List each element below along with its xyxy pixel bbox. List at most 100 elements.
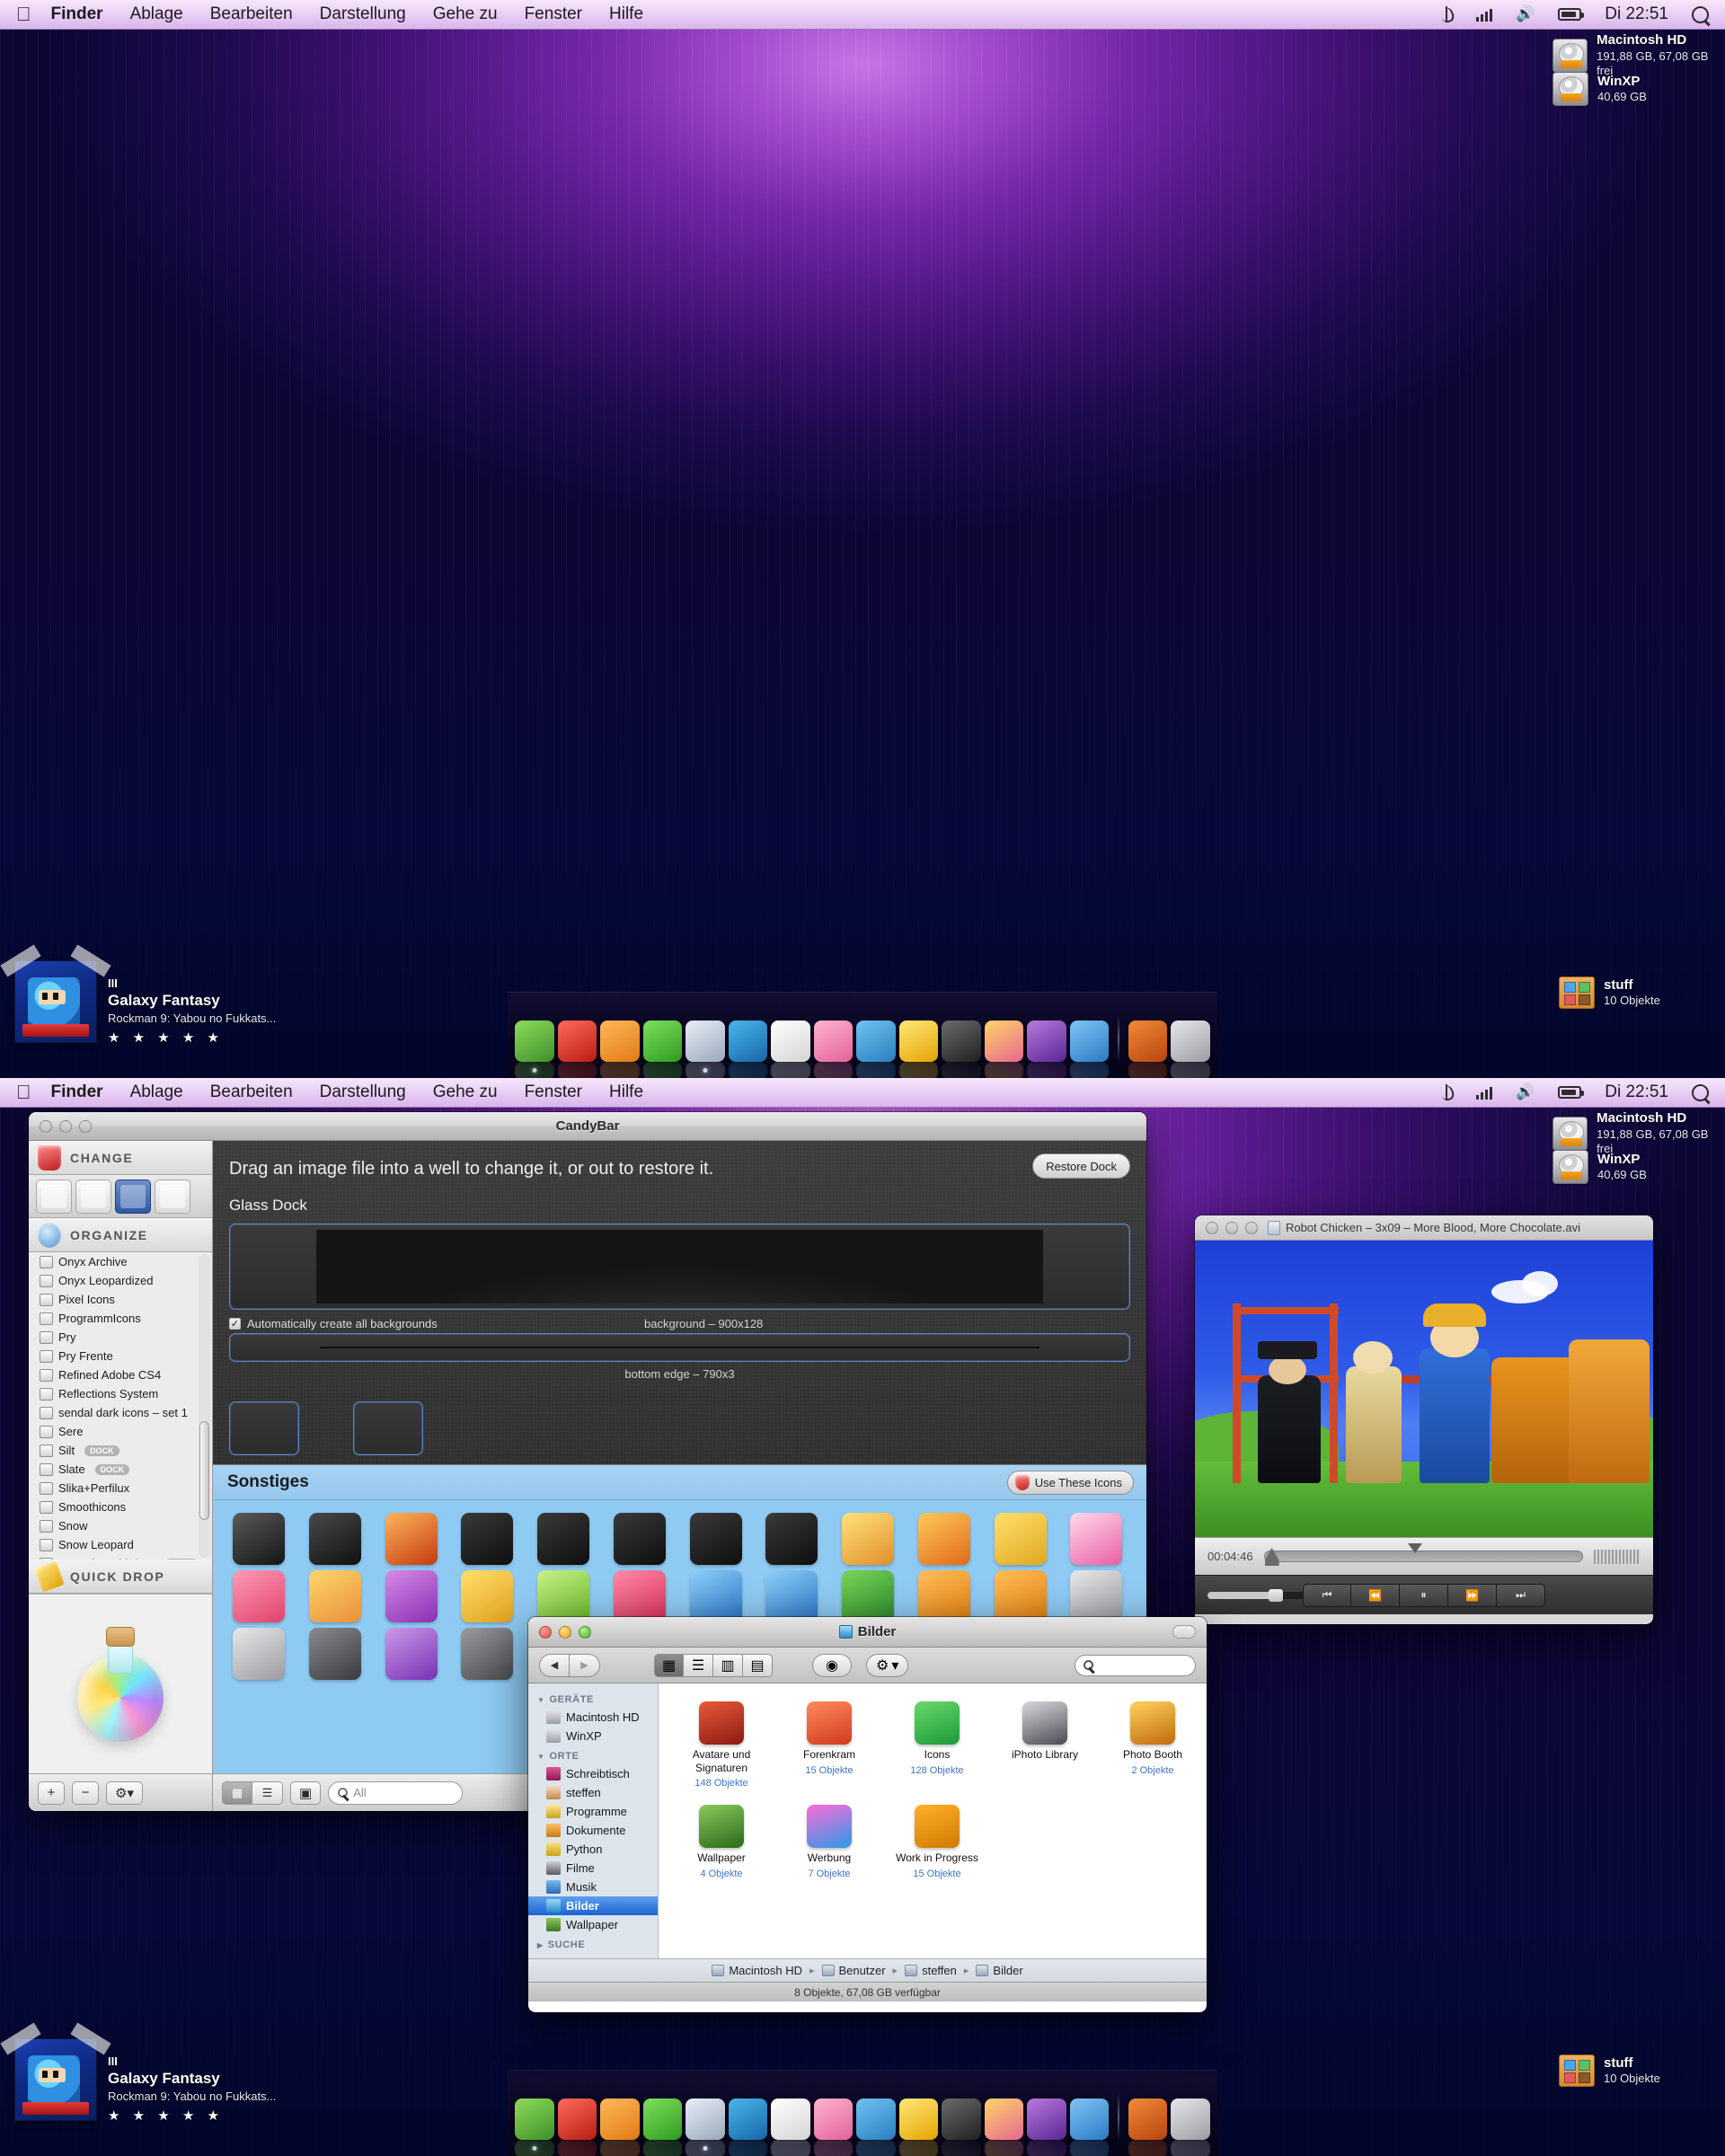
iconset-list-item[interactable]: Pry Frente bbox=[29, 1347, 212, 1365]
dock-item-iphoto[interactable] bbox=[942, 1021, 981, 1062]
iconset-grid-icon[interactable] bbox=[461, 1628, 514, 1680]
menu-item-bearbeiten[interactable]: Bearbeiten bbox=[210, 1082, 293, 1102]
sidebar-item-bilder[interactable]: Bilder bbox=[528, 1896, 658, 1915]
iconset-list-item[interactable]: Slika+Perfilux bbox=[29, 1479, 212, 1498]
video-scrubber-bar[interactable]: 00:04:46 bbox=[1195, 1537, 1653, 1575]
tab-dock[interactable] bbox=[115, 1179, 151, 1214]
window-controls[interactable] bbox=[29, 1119, 92, 1133]
finder-item[interactable]: iPhoto Library bbox=[991, 1696, 1099, 1799]
column-view-button[interactable]: ▥ bbox=[713, 1653, 743, 1677]
video-control-bar[interactable]: ⏮ ⏪ ⏸ ⏩ ⏭ bbox=[1195, 1575, 1653, 1614]
window-controls[interactable] bbox=[528, 1625, 591, 1639]
iconset-grid-icon[interactable] bbox=[308, 1628, 361, 1680]
tab-toolbar[interactable] bbox=[75, 1179, 111, 1214]
menu-item-ablage[interactable]: Ablage bbox=[130, 4, 183, 24]
zoom-button[interactable] bbox=[579, 1625, 591, 1639]
video-progress-slider[interactable] bbox=[1263, 1543, 1583, 1566]
dock-item-piggy[interactable] bbox=[813, 2099, 854, 2140]
iconset-list-item[interactable]: Pixel Icons bbox=[29, 1290, 212, 1309]
search-input[interactable]: All bbox=[328, 1780, 464, 1805]
view-mode-segment[interactable]: ▦ ☰ ▥ ▤ bbox=[654, 1653, 773, 1677]
sidebar-section-header[interactable]: ▶ SUCHE bbox=[528, 1934, 658, 1953]
iconset-grid-icon[interactable] bbox=[385, 1513, 438, 1565]
sidebar-section-header[interactable]: ▼ ORTE bbox=[528, 1745, 658, 1764]
dock-item-trash[interactable] bbox=[1171, 1021, 1210, 1062]
iconset-grid-icon[interactable] bbox=[994, 1513, 1047, 1565]
dock-item-finder[interactable] bbox=[515, 2099, 554, 2151]
window-controls[interactable] bbox=[1195, 1221, 1258, 1234]
next-button[interactable]: ⏭ bbox=[1497, 1583, 1545, 1607]
dock-item-downloads[interactable] bbox=[1128, 2099, 1168, 2140]
auto-backgrounds-checkbox[interactable]: ✓ Automatically create all backgrounds bbox=[229, 1317, 438, 1330]
desktop-icon-winxp[interactable]: WinXP 40,69 GB bbox=[1552, 1150, 1647, 1184]
sidebar-scrollbar[interactable] bbox=[199, 1254, 210, 1558]
scrubber-handle[interactable] bbox=[1264, 1548, 1279, 1566]
quick-drop-well[interactable] bbox=[29, 1594, 212, 1773]
finder-window[interactable]: Bilder ◀ ▶ ▦ ☰ ▥ ▤ ◉ ⚙ ▾ ▼ GERÄTE Macintos… bbox=[528, 1617, 1207, 2012]
iconset-grid-icon[interactable] bbox=[461, 1570, 514, 1622]
dock-item-icecream-truck[interactable] bbox=[984, 2099, 1024, 2140]
iconset-list-item[interactable]: Somatic Rebirth ... DOCK bbox=[29, 1554, 212, 1560]
dock-item-itunes[interactable] bbox=[686, 1021, 725, 1073]
transport-controls[interactable]: ⏮ ⏪ ⏸ ⏩ ⏭ bbox=[1303, 1583, 1545, 1607]
iconset-grid-icon[interactable] bbox=[842, 1513, 894, 1565]
iconset-list-item[interactable]: ProgrammIcons bbox=[29, 1309, 212, 1328]
iconset-list-item[interactable]: Onyx Leopardized bbox=[29, 1271, 212, 1290]
dock-item-word[interactable] bbox=[1027, 2099, 1066, 2140]
dock-item-mail[interactable] bbox=[600, 2099, 640, 2140]
finder-item[interactable]: Work in Progress 15 Objekte bbox=[883, 1799, 991, 1890]
dock-item-dashboard[interactable] bbox=[557, 2099, 597, 2140]
bottom-edge-well[interactable] bbox=[229, 1333, 1130, 1362]
iconset-grid-icon[interactable] bbox=[233, 1570, 285, 1622]
spotlight-icon[interactable] bbox=[1692, 5, 1709, 23]
dock-item-dashboard[interactable] bbox=[557, 1021, 597, 1062]
menu-item-ablage[interactable]: Ablage bbox=[130, 1082, 183, 1102]
iconset-grid-icon[interactable] bbox=[385, 1628, 438, 1680]
iconset-list-item[interactable]: Onyx Archive bbox=[29, 1252, 212, 1271]
sidebar-item-filme[interactable]: Filme bbox=[528, 1859, 658, 1878]
quicklook-button[interactable]: ◉ bbox=[812, 1653, 852, 1677]
view-mode-segment[interactable]: ▦ ☰ bbox=[222, 1780, 283, 1805]
gear-icon[interactable]: ⚙ ▾ bbox=[106, 1780, 143, 1805]
restore-dock-button[interactable]: Restore Dock bbox=[1032, 1153, 1130, 1179]
iconset-grid-icon[interactable] bbox=[994, 1570, 1047, 1622]
sidebar-item-wallpaper[interactable]: Wallpaper bbox=[528, 1915, 658, 1934]
volume-icon[interactable]: 🔊 bbox=[1516, 5, 1535, 23]
dock-background-well[interactable] bbox=[229, 1224, 1130, 1310]
close-button[interactable] bbox=[1206, 1221, 1218, 1234]
sidebar-section-header[interactable]: ▼ GERÄTE bbox=[528, 1689, 658, 1708]
iconset-grid-icon[interactable] bbox=[765, 1513, 818, 1565]
desktop-icon-stuff[interactable]: stuff 10 Objekte bbox=[1559, 976, 1660, 1009]
video-titlebar[interactable]: Robot Chicken – 3x09 – More Blood, More … bbox=[1195, 1215, 1653, 1241]
sidebar-item-programme[interactable]: Programme bbox=[528, 1802, 658, 1821]
battery-icon[interactable] bbox=[1558, 1086, 1585, 1099]
fast-forward-button[interactable]: ⏩ bbox=[1448, 1583, 1497, 1607]
finder-item[interactable]: Icons 128 Objekte bbox=[883, 1696, 991, 1799]
prev-button[interactable]: ⏮ bbox=[1303, 1583, 1351, 1607]
iconset-grid-icon[interactable] bbox=[537, 1570, 589, 1622]
iconset-grid-icon[interactable] bbox=[233, 1628, 285, 1680]
dock-item-feather[interactable] bbox=[1069, 2099, 1110, 2140]
video-player-window[interactable]: Robot Chicken – 3x09 – More Blood, More … bbox=[1195, 1215, 1653, 1624]
pause-button[interactable]: ⏸ bbox=[1400, 1583, 1448, 1607]
menu-item-fenster[interactable]: Fenster bbox=[525, 1082, 582, 1102]
close-button[interactable] bbox=[539, 1625, 552, 1639]
navigation-segment[interactable]: ◀ ▶ bbox=[539, 1653, 600, 1677]
back-button[interactable]: ◀ bbox=[539, 1653, 570, 1677]
rewind-button[interactable]: ⏪ bbox=[1351, 1583, 1400, 1607]
apple-menu-icon[interactable]:  bbox=[16, 1082, 31, 1102]
coverflow-view-button[interactable]: ▤ bbox=[743, 1653, 773, 1677]
iconset-grid-icon[interactable] bbox=[1070, 1513, 1123, 1565]
sidebar-item-dokumente[interactable]: Dokumente bbox=[528, 1821, 658, 1840]
iconset-list-item[interactable]: Reflections System bbox=[29, 1384, 212, 1403]
sidebar-item-schreibtisch[interactable]: Schreibtisch bbox=[528, 1764, 658, 1783]
iconset-grid-icon[interactable] bbox=[842, 1570, 894, 1622]
zoom-button[interactable] bbox=[1245, 1221, 1258, 1234]
finder-item[interactable]: Forenkram 15 Objekte bbox=[775, 1696, 883, 1799]
sidebar-item-macintosh-hd[interactable]: Macintosh HD bbox=[528, 1708, 658, 1727]
iconset-grid-icon[interactable] bbox=[537, 1513, 589, 1565]
dock-item-addressbook[interactable] bbox=[728, 1021, 768, 1062]
dock-item-systemprefs[interactable] bbox=[856, 2099, 896, 2140]
breadcrumb-segment[interactable]: Benutzer bbox=[821, 1964, 886, 1977]
search-input[interactable] bbox=[1075, 1654, 1196, 1676]
